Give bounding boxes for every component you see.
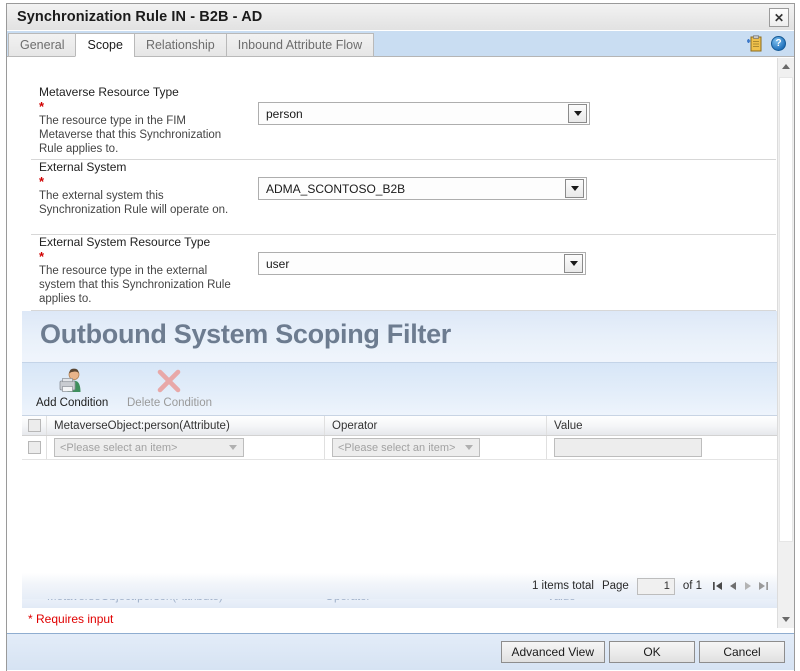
pager-page-label: Page <box>602 580 629 592</box>
outbound-scoping-filter-panel: Outbound System Scoping Filter <box>22 311 777 611</box>
external-system-label: External System <box>39 160 126 174</box>
attribute-dropdown-value: <Please select an item> <box>55 442 229 454</box>
row-attribute-cell: <Please select an item> <box>47 436 325 459</box>
select-all-checkbox[interactable] <box>28 419 41 432</box>
content-area: Metaverse Resource Type * The resource t… <box>7 57 794 628</box>
chevron-down-icon[interactable] <box>565 179 584 198</box>
close-icon[interactable]: ✕ <box>769 8 789 27</box>
scrollbar-thumb[interactable] <box>779 77 793 542</box>
pager-page-input[interactable]: 1 <box>637 578 675 595</box>
delete-condition-icon <box>153 367 187 395</box>
delete-condition-label: Delete Condition <box>127 397 212 409</box>
metaverse-resource-type-value: person <box>259 107 568 121</box>
scroll-down-icon[interactable] <box>778 611 794 628</box>
external-system-resource-type-description: The resource type in the external system… <box>39 264 239 306</box>
metaverse-resource-type-required: * <box>39 100 44 113</box>
field-row-external-system-resource-type: External System Resource Type * The reso… <box>31 235 776 311</box>
scroll-up-icon[interactable] <box>778 58 794 75</box>
delete-condition-button[interactable]: Delete Condition <box>127 367 212 409</box>
grid-column-value: Value <box>547 416 777 435</box>
clipped-grid-row: MetaverseObject:person(Attribute) Operat… <box>22 599 777 608</box>
external-system-dropdown[interactable]: ADMA_SCONTOSO_B2B <box>258 177 587 200</box>
field-row-external-system: External System * The external system th… <box>31 160 776 235</box>
grid-column-operator: Operator <box>325 416 547 435</box>
tab-list: General Scope Relationship Inbound Attri… <box>8 33 374 57</box>
requires-input-note: * Requires input <box>28 612 113 626</box>
filter-toolbar: Add Condition Delete Condition <box>22 363 777 415</box>
clipped-col-operator: Operator <box>325 599 547 603</box>
tab-general-label: General <box>20 38 64 52</box>
next-page-icon[interactable] <box>742 580 754 592</box>
operator-dropdown[interactable]: <Please select an item> <box>332 438 480 457</box>
grid-select-all-cell <box>22 416 47 435</box>
vertical-scrollbar[interactable] <box>777 58 794 628</box>
title-bar: Synchronization Rule IN - B2B - AD ✕ <box>6 3 795 30</box>
dialog-window: Synchronization Rule IN - B2B - AD ✕ Gen… <box>0 0 800 671</box>
grid-empty-space <box>22 460 777 573</box>
cancel-button[interactable]: Cancel <box>699 641 785 663</box>
row-operator-cell: <Please select an item> <box>325 436 547 459</box>
clipped-col-value: Value <box>547 599 576 603</box>
chevron-down-icon <box>229 445 237 450</box>
chevron-down-icon[interactable] <box>568 104 587 123</box>
grid-column-attribute: MetaverseObject:person(Attribute) <box>47 416 325 435</box>
metaverse-resource-type-dropdown[interactable]: person <box>258 102 590 125</box>
tab-inbound-attribute-flow[interactable]: Inbound Attribute Flow <box>226 33 374 57</box>
tab-general[interactable]: General <box>8 33 75 57</box>
add-condition-icon <box>55 367 89 395</box>
metaverse-resource-type-description: The resource type in the FIM Metaverse t… <box>39 114 239 156</box>
pager-navigation <box>712 580 769 592</box>
field-row-metaverse-resource-type: Metaverse Resource Type * The resource t… <box>31 85 776 160</box>
filter-panel-title: Outbound System Scoping Filter <box>40 319 451 350</box>
row-checkbox[interactable] <box>28 441 41 454</box>
clipped-grid-row-text: MetaverseObject:person(Attribute) Operat… <box>22 599 576 603</box>
external-system-resource-type-dropdown[interactable]: user <box>258 252 586 275</box>
help-icon[interactable]: ? <box>771 36 786 51</box>
external-system-resource-type-value: user <box>259 257 564 271</box>
chevron-down-icon <box>465 445 473 450</box>
last-page-icon[interactable] <box>757 580 769 592</box>
first-page-icon[interactable] <box>712 580 724 592</box>
tab-relationship[interactable]: Relationship <box>134 33 226 57</box>
value-input[interactable] <box>554 438 702 457</box>
add-condition-button[interactable]: Add Condition <box>36 367 108 409</box>
pager-of-label: of 1 <box>683 580 702 592</box>
attribute-dropdown[interactable]: <Please select an item> <box>54 438 244 457</box>
table-row: <Please select an item> <Please select a… <box>22 436 777 460</box>
footer-button-group: Advanced View OK Cancel <box>501 641 786 663</box>
external-system-resource-type-required: * <box>39 250 44 263</box>
chevron-down-icon[interactable] <box>564 254 583 273</box>
advanced-view-button[interactable]: Advanced View <box>501 641 606 663</box>
pager-items-total: 1 items total <box>532 580 594 592</box>
external-system-resource-type-label: External System Resource Type <box>39 235 210 249</box>
metaverse-resource-type-label: Metaverse Resource Type <box>39 85 179 99</box>
external-system-description: The external system this Synchronization… <box>39 189 239 217</box>
page-title: Synchronization Rule IN - B2B - AD <box>17 9 262 25</box>
tab-strip: General Scope Relationship Inbound Attri… <box>7 31 794 57</box>
grid-pager: 1 items total Page 1 of 1 <box>22 573 777 599</box>
ok-button[interactable]: OK <box>609 641 695 663</box>
tab-scope[interactable]: Scope <box>75 33 133 57</box>
tab-inbound-attribute-flow-label: Inbound Attribute Flow <box>238 38 362 52</box>
add-condition-label: Add Condition <box>36 397 108 409</box>
operator-dropdown-value: <Please select an item> <box>333 442 465 454</box>
tab-strip-icons: ? <box>747 35 786 52</box>
row-select-cell <box>22 436 47 459</box>
window-right-border <box>794 30 795 671</box>
tab-relationship-label: Relationship <box>146 38 215 52</box>
filter-panel-header: Outbound System Scoping Filter <box>22 311 777 363</box>
tab-scope-label: Scope <box>87 38 122 52</box>
conditions-grid: MetaverseObject:person(Attribute) Operat… <box>22 415 777 573</box>
external-system-value: ADMA_SCONTOSO_B2B <box>259 182 565 196</box>
footer-bar: Advanced View OK Cancel <box>7 633 794 670</box>
previous-page-icon[interactable] <box>727 580 739 592</box>
row-value-cell <box>547 436 777 459</box>
external-system-required: * <box>39 175 44 188</box>
clipped-col-attribute: MetaverseObject:person(Attribute) <box>47 599 325 603</box>
grid-header-row: MetaverseObject:person(Attribute) Operat… <box>22 415 777 436</box>
clipboard-add-icon[interactable] <box>747 35 763 52</box>
